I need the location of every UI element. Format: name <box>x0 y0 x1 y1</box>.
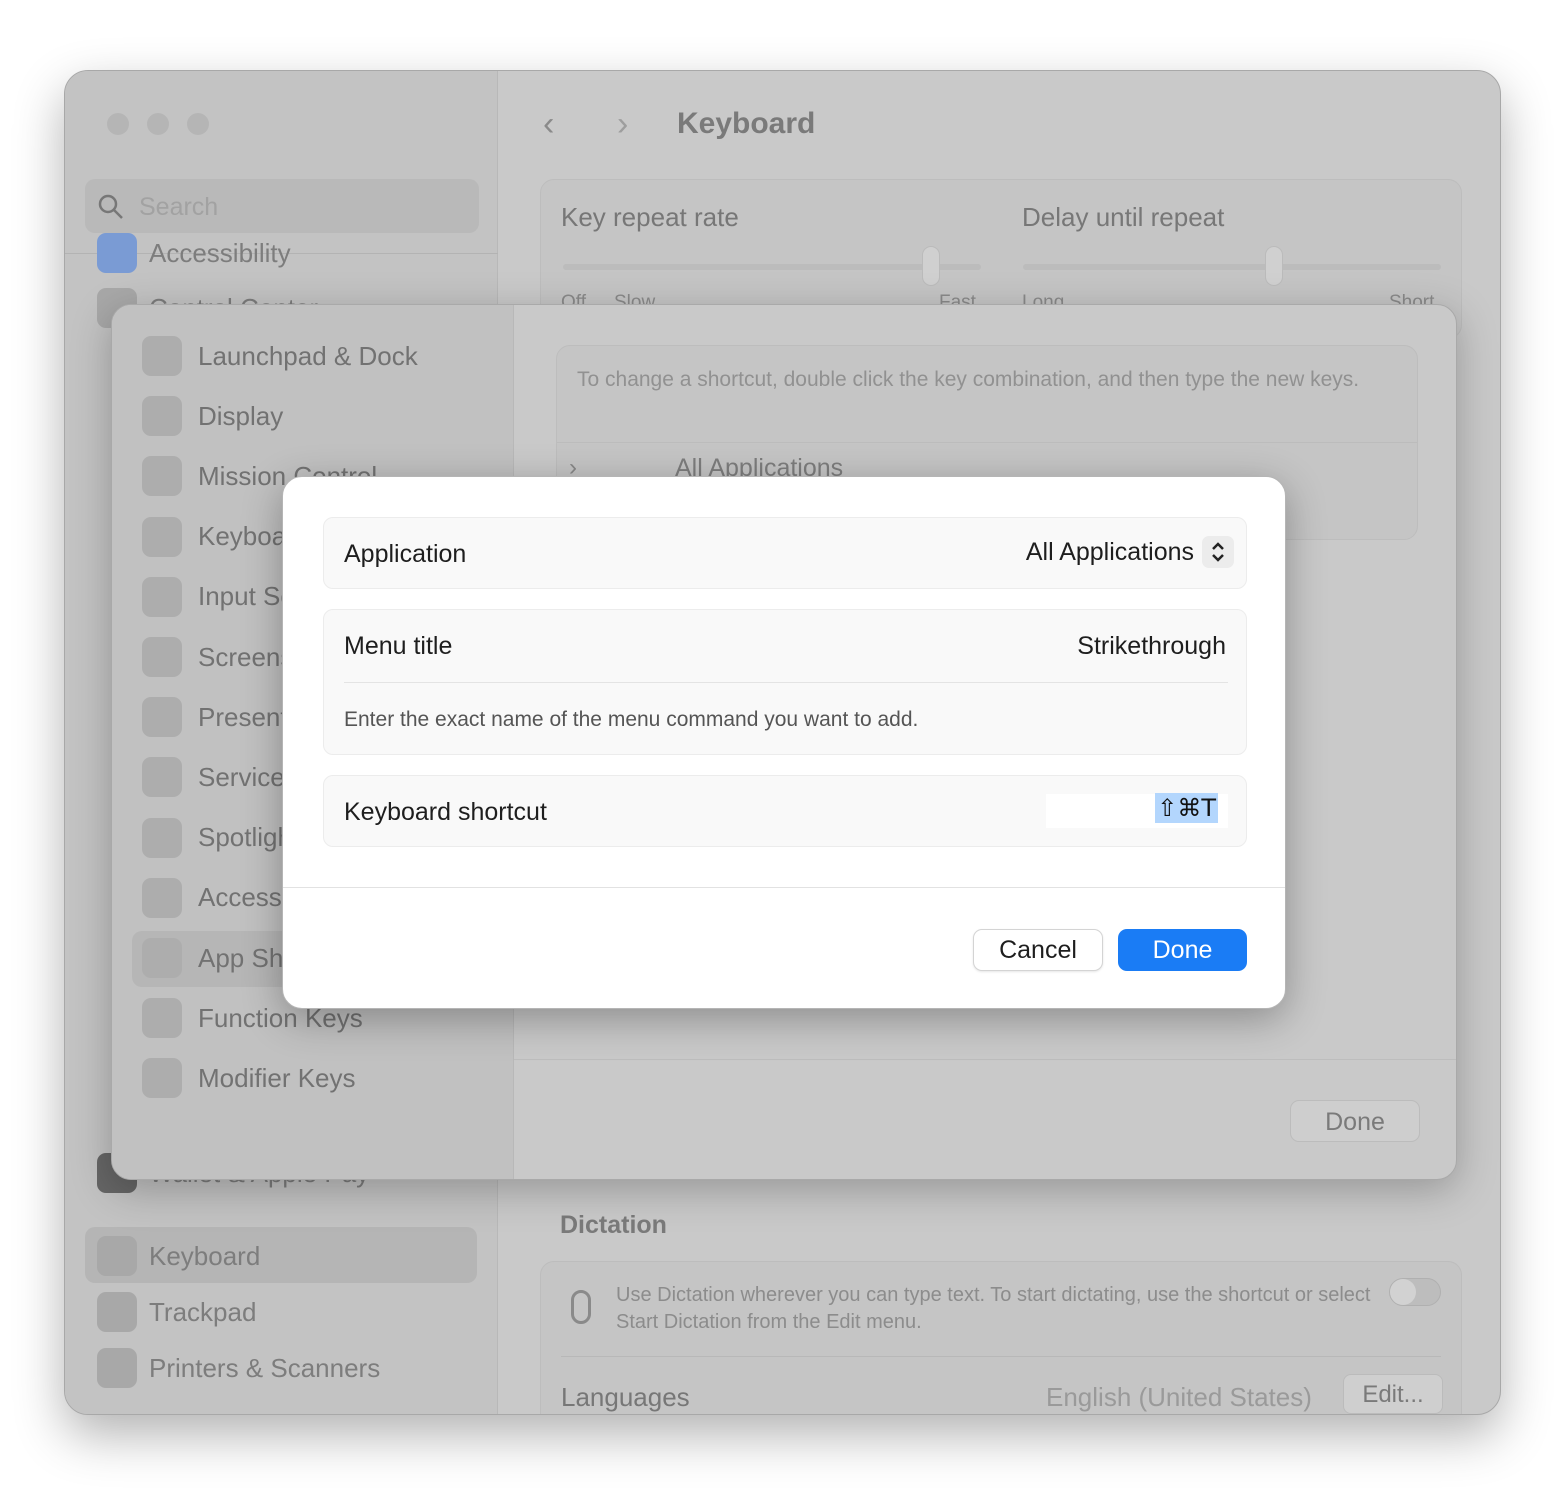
languages-value: English (United States) <box>1046 1382 1312 1412</box>
application-value: All Applications <box>1025 537 1194 566</box>
application-row: Application All Applications <box>323 517 1247 589</box>
forward-button[interactable]: › <box>617 105 628 144</box>
microphone-icon <box>571 1290 591 1324</box>
sidebar-item-accessibility[interactable]: Accessibility <box>97 231 291 275</box>
sheet-item-label: Launchpad & Dock <box>198 340 418 371</box>
sheet-item-launchpad-dock[interactable]: Launchpad & Dock <box>142 331 502 381</box>
function-keys-icon <box>142 998 182 1039</box>
application-label: Application <box>344 540 467 568</box>
menu-title-group: Menu title Strikethrough Enter the exact… <box>323 609 1247 755</box>
done-button[interactable]: Done <box>1118 929 1247 971</box>
accessibility-icon <box>142 877 182 918</box>
modifier-keys-icon <box>142 1058 182 1099</box>
delay-repeat-label: Delay until repeat <box>1022 202 1225 232</box>
sidebar-item-keyboard[interactable]: Keyboard <box>97 1234 260 1278</box>
key-repeat-label: Key repeat rate <box>561 202 739 232</box>
app-shortcuts-icon <box>142 938 182 978</box>
sheet-item-modifier-keys[interactable]: Modifier Keys <box>142 1053 502 1103</box>
shortcut-recorder[interactable]: ⇧⌘T <box>1046 793 1228 828</box>
menu-title-input[interactable]: Strikethrough <box>1077 632 1226 661</box>
shortcut-row: Keyboard shortcut ⇧⌘T <box>323 775 1247 847</box>
printer-icon <box>97 1348 137 1388</box>
languages-edit-button[interactable]: Edit... <box>1343 1374 1443 1414</box>
up-down-chevron-icon <box>1202 536 1234 568</box>
sheet-item-display[interactable]: Display <box>142 391 502 441</box>
shortcut-label: Keyboard shortcut <box>344 798 547 826</box>
delay-repeat-slider[interactable] <box>1023 264 1441 270</box>
languages-label: Languages <box>561 1382 690 1412</box>
menu-title-label: Menu title <box>344 632 453 660</box>
launchpad-dock-icon <box>142 336 182 376</box>
page-title: Keyboard <box>677 107 816 140</box>
mission-control-icon <box>142 456 182 497</box>
screenshots-icon <box>142 637 182 677</box>
menu-title-hint: Enter the exact name of the menu command… <box>344 708 919 731</box>
keyboard-icon <box>142 516 182 557</box>
minimize-button[interactable] <box>147 113 169 135</box>
sidebar-item-printers[interactable]: Printers & Scanners <box>97 1346 380 1390</box>
search-input[interactable]: Search <box>85 179 479 233</box>
key-repeat-thumb[interactable] <box>921 246 940 286</box>
add-shortcut-dialog: Application All Applications Menu title … <box>282 476 1286 1009</box>
shortcut-value: ⇧⌘T <box>1155 793 1218 823</box>
spotlight-icon <box>142 817 182 858</box>
sidebar-item-trackpad[interactable]: Trackpad <box>97 1290 256 1334</box>
presenter-overlay-icon <box>142 697 182 738</box>
dictation-card: Use Dictation wherever you can type text… <box>540 1261 1462 1414</box>
trackpad-icon <box>97 1292 137 1332</box>
sheet-item-label: Display <box>198 400 284 431</box>
sheet-item-label: Modifier Keys <box>198 1062 356 1093</box>
input-sources-icon <box>142 576 182 617</box>
info-text: To change a shortcut, double click the k… <box>577 368 1360 391</box>
dictation-toggle[interactable] <box>1389 1278 1441 1306</box>
delay-repeat-thumb[interactable] <box>1264 246 1283 286</box>
display-icon <box>142 396 182 437</box>
services-icon <box>142 757 182 798</box>
key-repeat-slider[interactable] <box>563 264 981 270</box>
dictation-description: Use Dictation wherever you can type text… <box>616 1284 1371 1333</box>
search-icon <box>98 194 123 219</box>
keyboard-icon <box>97 1236 137 1276</box>
cancel-button[interactable]: Cancel <box>973 929 1103 971</box>
close-button[interactable] <box>107 113 129 135</box>
dictation-heading: Dictation <box>560 1211 667 1239</box>
accessibility-icon <box>97 233 137 273</box>
zoom-button[interactable] <box>187 113 209 135</box>
sheet-done-button[interactable]: Done <box>1290 1100 1420 1142</box>
application-select[interactable]: All Applications <box>1026 536 1234 568</box>
back-button[interactable]: ‹ <box>543 105 554 144</box>
